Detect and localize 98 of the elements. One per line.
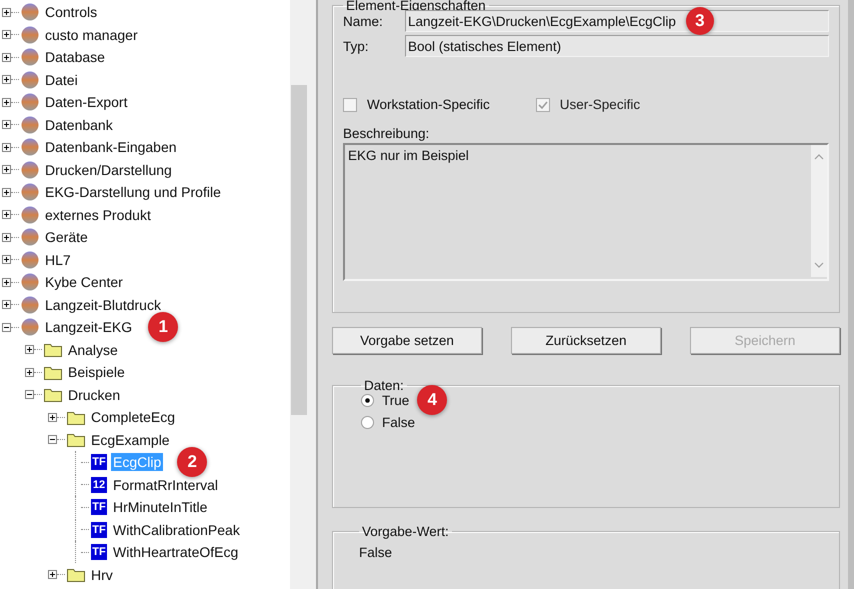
folder-icon [44, 387, 62, 402]
globe-icon [21, 160, 39, 179]
tree-item[interactable]: Datei [43, 70, 80, 89]
folder-icon [44, 364, 62, 380]
scrollbar-thumb[interactable] [291, 85, 307, 415]
callout-badge: 3 [686, 7, 714, 35]
collapse-icon[interactable] [48, 435, 57, 444]
folder-icon [44, 342, 62, 358]
text-field[interactable]: Bool (statisches Element) [405, 35, 829, 57]
field-label: Typ: [343, 38, 370, 54]
collapse-icon[interactable] [25, 390, 34, 400]
expand-icon[interactable] [2, 188, 11, 197]
tree-item[interactable]: custo manager [43, 26, 140, 44]
tree-item[interactable]: externes Produkt [43, 206, 153, 224]
scrollbar-track[interactable] [848, 0, 854, 589]
group-title: Vorgabe-Wert: [361, 524, 450, 539]
folder-icon [67, 410, 85, 425]
tree-item[interactable]: Drucken/Darstellung [43, 160, 174, 179]
callout-badge: 1 [148, 312, 178, 342]
globe-icon [21, 183, 39, 202]
radio-option[interactable]: False [361, 414, 416, 430]
field-label: Beschreibung: [343, 126, 430, 141]
expand-icon[interactable] [2, 232, 11, 242]
expand-icon[interactable] [2, 210, 11, 220]
globe-icon [21, 228, 39, 246]
expand-icon[interactable] [2, 255, 11, 264]
expand-icon[interactable] [48, 570, 57, 580]
tree-item[interactable]: WithCalibrationPeak [111, 520, 242, 539]
tree-item[interactable]: EcgExample [89, 430, 172, 449]
tree-item[interactable]: WithHeartrateOfEcg [111, 543, 240, 562]
globe-icon [21, 296, 39, 314]
tree-item[interactable]: Hrv [89, 566, 115, 584]
radio-icon[interactable] [361, 416, 374, 428]
globe-icon [21, 138, 39, 156]
tree-item[interactable]: Datenbank [43, 116, 115, 134]
tree-item[interactable]: EKG-Darstellung und Profile [43, 183, 223, 202]
scrollbar-drawing[interactable] [811, 145, 827, 277]
tree-item[interactable]: Langzeit-EKG [43, 318, 134, 336]
value-icon: TF [91, 454, 107, 470]
expand-icon[interactable] [2, 30, 11, 40]
tree-item[interactable]: Beispiele [66, 363, 127, 382]
expand-icon[interactable] [2, 278, 11, 287]
globe-icon [21, 116, 39, 134]
tree-item[interactable]: HrMinuteInTitle [111, 498, 210, 516]
action-button[interactable]: Zurücksetzen [511, 327, 661, 354]
tree-item[interactable]: Daten-Export [43, 93, 130, 112]
tree-item[interactable]: Analyse [66, 340, 120, 359]
tree-item[interactable]: Drucken [66, 386, 122, 404]
expand-icon[interactable] [2, 120, 11, 130]
radio-icon[interactable] [361, 394, 374, 406]
globe-icon [21, 3, 39, 22]
group-title: Daten: [363, 378, 405, 393]
checkbox[interactable]: Workstation-Specific [343, 97, 490, 112]
action-button[interactable]: Vorgabe setzen [332, 327, 482, 354]
folder-icon [67, 432, 85, 448]
globe-icon [21, 93, 39, 112]
globe-icon [21, 318, 39, 336]
tree-item[interactable]: Database [43, 48, 107, 66]
callout-badge: 2 [177, 447, 208, 478]
expand-icon[interactable] [25, 368, 34, 377]
expand-icon[interactable] [2, 8, 11, 17]
expand-icon[interactable] [2, 98, 11, 107]
tree-item[interactable]: HL7 [43, 250, 73, 269]
default-value: False [359, 545, 394, 560]
folder-icon [67, 567, 85, 582]
globe-icon [21, 26, 39, 44]
value-icon: TF [91, 499, 107, 516]
globe-icon [21, 206, 39, 224]
tree-item[interactable]: Kybe Center [43, 273, 125, 292]
checkbox-icon[interactable] [343, 98, 357, 112]
tree-item[interactable]: Datenbank-Eingaben [43, 138, 179, 156]
field-label: Name: [343, 14, 384, 28]
value-icon: TF [91, 544, 107, 560]
expand-icon[interactable] [25, 345, 34, 354]
tree-item[interactable]: CompleteEcg [89, 408, 178, 426]
value-icon: TF [91, 522, 107, 538]
text-field[interactable]: Langzeit-EKG\Drucken\EcgExample\EcgClip 3 [405, 10, 829, 32]
group-title: Element-Eigenschaften [345, 0, 487, 13]
expand-icon[interactable] [2, 300, 11, 310]
tree-item[interactable]: Geräte [43, 228, 90, 246]
callout-badge: 4 [417, 385, 448, 415]
description-field[interactable]: EKG nur im Beispiel [343, 143, 829, 281]
expand-icon[interactable] [2, 75, 11, 84]
globe-icon [21, 273, 39, 292]
expand-icon[interactable] [2, 52, 11, 62]
globe-icon [21, 250, 39, 269]
expand-icon[interactable] [2, 142, 11, 152]
scrollbar-track[interactable] [290, 0, 308, 589]
globe-icon [21, 48, 39, 66]
tree-item[interactable]: Langzeit-Blutdruck [43, 296, 163, 314]
expand-icon[interactable] [2, 165, 11, 174]
radio-option[interactable]: True [361, 392, 410, 408]
tree-item[interactable]: Controls [43, 3, 100, 22]
tree-item[interactable]: FormatRrInterval [111, 476, 220, 494]
globe-icon [21, 70, 39, 89]
expand-icon[interactable] [48, 412, 57, 422]
value-icon: 12 [91, 476, 107, 493]
collapse-icon[interactable] [2, 322, 11, 332]
